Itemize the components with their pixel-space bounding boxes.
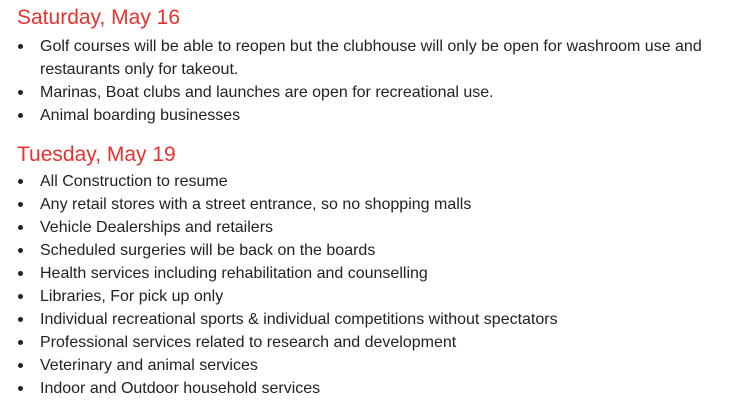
list-item-text: Vehicle Dealerships and retailers <box>40 219 274 236</box>
list-item: Scheduled surgeries will be back on the … <box>17 239 720 262</box>
list-item-text: Professional services related to researc… <box>40 334 457 351</box>
section-saturday-may-16: Saturday, May 16 Golf courses will be ab… <box>17 4 738 127</box>
list-item-text: Health services including rehabilitation… <box>40 265 428 282</box>
bullet-icon <box>18 248 23 253</box>
bullet-icon <box>18 44 23 49</box>
bullet-icon <box>18 340 23 345</box>
bullet-icon <box>18 317 23 322</box>
bullet-icon <box>18 90 23 95</box>
section-heading: Tuesday, May 19 <box>17 143 176 166</box>
list-item-text: Any retail stores with a street entrance… <box>40 196 472 213</box>
bullet-icon <box>18 225 23 230</box>
list-item: Professional services related to researc… <box>17 331 720 354</box>
list-item: Any retail stores with a street entrance… <box>17 193 720 216</box>
list-item-text: Golf courses will be able to reopen but … <box>40 38 702 78</box>
list-item-text: Indoor and Outdoor household services <box>40 380 321 397</box>
list-item: Health services including rehabilitation… <box>17 262 720 285</box>
list-item: Marinas, Boat clubs and launches are ope… <box>17 81 720 104</box>
list-item: Veterinary and animal services <box>17 354 720 377</box>
list-item: Animal boarding businesses <box>17 104 720 127</box>
list-item: Individual recreational sports & individ… <box>17 308 720 331</box>
list-item: Vehicle Dealerships and retailers <box>17 216 720 239</box>
list-item-text: Scheduled surgeries will be back on the … <box>40 242 376 259</box>
bullet-icon <box>18 179 23 184</box>
list-item: Golf courses will be able to reopen but … <box>17 35 720 81</box>
bullet-icon <box>18 113 23 118</box>
list-item-text: Animal boarding businesses <box>40 107 241 124</box>
bullet-icon <box>18 294 23 299</box>
list-item-text: Marinas, Boat clubs and launches are ope… <box>40 84 494 101</box>
bullet-icon <box>18 363 23 368</box>
bullet-list: All Construction to resume Any retail st… <box>17 170 738 400</box>
bullet-icon <box>18 202 23 207</box>
list-item-text: Libraries, For pick up only <box>40 288 224 305</box>
list-item-text: Veterinary and animal services <box>40 357 258 374</box>
list-item: All Construction to resume <box>17 170 720 193</box>
list-item-text: All Construction to resume <box>40 173 228 190</box>
bullet-icon <box>18 386 23 391</box>
bullet-list: Golf courses will be able to reopen but … <box>17 35 738 127</box>
section-tuesday-may-19: Tuesday, May 19 All Construction to resu… <box>17 141 738 400</box>
list-item: Indoor and Outdoor household services <box>17 377 720 400</box>
list-item: Libraries, For pick up only <box>17 285 720 308</box>
section-heading: Saturday, May 16 <box>17 6 181 29</box>
document-page: Saturday, May 16 Golf courses will be ab… <box>0 0 738 411</box>
bullet-icon <box>18 271 23 276</box>
list-item-text: Individual recreational sports & individ… <box>40 311 558 328</box>
